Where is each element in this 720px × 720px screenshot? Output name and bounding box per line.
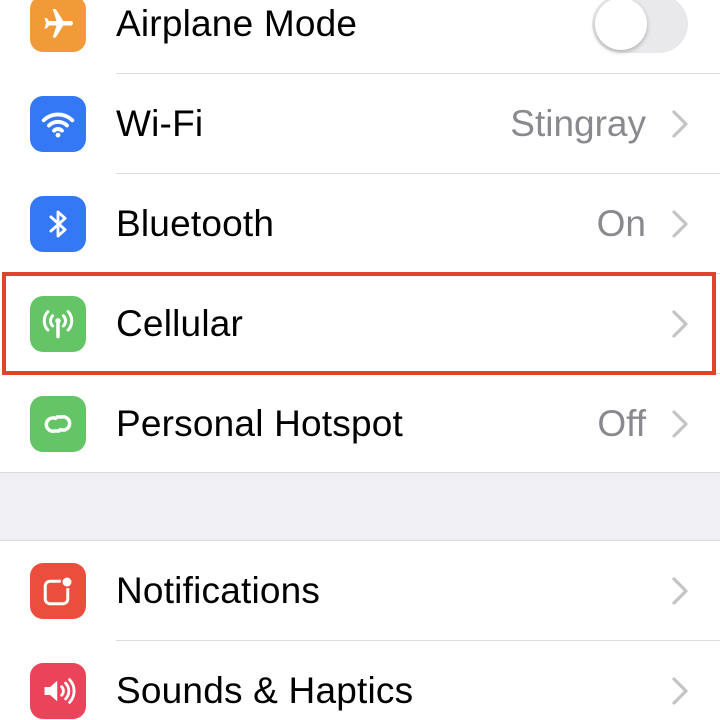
airplane-mode-label: Airplane Mode [116, 3, 358, 44]
airplane-mode-row[interactable]: Airplane Mode [0, 0, 720, 74]
bluetooth-status-value: On [596, 203, 646, 244]
personal-hotspot-status-value: Off [597, 403, 646, 444]
sounds-haptics-label: Sounds & Haptics [116, 670, 414, 711]
settings-group-notifications: Notifications Sounds & Haptics [0, 540, 720, 720]
cellular-antenna-icon [30, 296, 86, 352]
chevron-right-icon [672, 677, 688, 705]
toggle-knob [595, 0, 647, 50]
bluetooth-row[interactable]: Bluetooth On [0, 174, 720, 274]
wifi-icon [30, 96, 86, 152]
notifications-row[interactable]: Notifications [0, 541, 720, 641]
chevron-right-icon [672, 577, 688, 605]
notifications-label: Notifications [116, 570, 321, 611]
bluetooth-label: Bluetooth [116, 203, 275, 244]
wifi-label: Wi-Fi [116, 103, 204, 144]
airplane-icon [30, 0, 86, 52]
wifi-network-value: Stingray [510, 103, 646, 144]
cellular-row[interactable]: Cellular [0, 274, 720, 374]
chevron-right-icon [672, 210, 688, 238]
cellular-label: Cellular [116, 303, 244, 344]
personal-hotspot-row[interactable]: Personal Hotspot Off [0, 374, 720, 474]
chevron-right-icon [672, 110, 688, 138]
notifications-icon [30, 563, 86, 619]
bluetooth-icon [30, 196, 86, 252]
airplane-mode-toggle[interactable] [592, 0, 688, 53]
hotspot-link-icon [30, 396, 86, 452]
chevron-right-icon [672, 310, 688, 338]
section-separator [0, 472, 720, 540]
chevron-right-icon [672, 410, 688, 438]
speaker-icon [30, 663, 86, 719]
wifi-row[interactable]: Wi-Fi Stingray [0, 74, 720, 174]
personal-hotspot-label: Personal Hotspot [116, 403, 404, 444]
sounds-haptics-row[interactable]: Sounds & Haptics [0, 641, 720, 720]
settings-group-connectivity: Airplane Mode Wi-Fi Stingray Bluetooth O… [0, 0, 720, 474]
